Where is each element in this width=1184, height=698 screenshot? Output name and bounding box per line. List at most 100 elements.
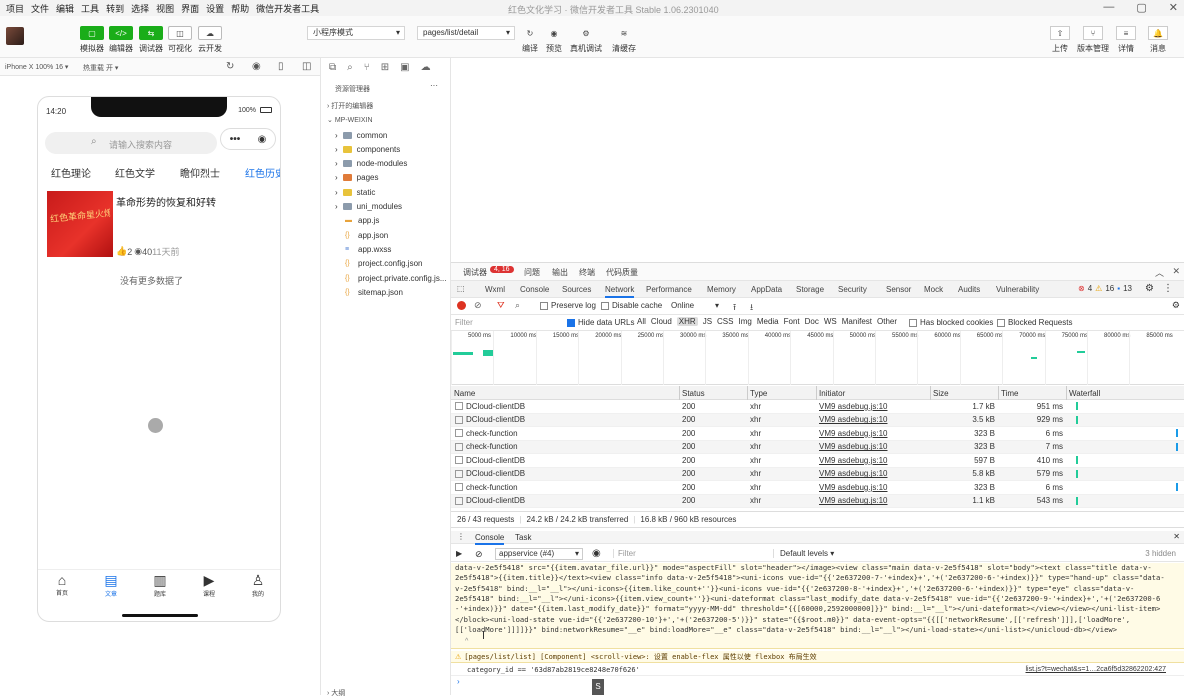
article-title[interactable]: 革命形势的恢复和好转 [116,194,216,209]
toolbar-button-mid-2[interactable]: ⚙ 真机调试 [570,26,602,54]
type-filter[interactable]: Manifest [842,317,872,326]
column-header[interactable]: Status [682,389,705,398]
throttle-select[interactable]: Online ▾ [671,301,719,310]
nav-item[interactable]: ⌂ 首页 [52,572,72,597]
panel-tab[interactable]: Vulnerability [996,285,1039,294]
context-select[interactable]: appservice (#4) ▾ [495,548,583,560]
panel-tab[interactable]: AppData [751,285,782,294]
issue-counters[interactable]: ⊗ 4 ⚠ 16 ▪ 13 [1078,284,1132,293]
devtools-tab[interactable]: 调试器 [463,267,487,278]
toolbar-button-right-3[interactable]: 🔔 消息 [1144,26,1172,54]
menu-item[interactable]: 项目 [6,2,24,15]
tree-item-project-config-json[interactable]: {} project.config.json [345,257,422,271]
close-icon[interactable]: ✕ [1173,532,1180,541]
filter-icon[interactable]: ⛛ [497,300,505,311]
column-header[interactable]: Size [933,389,949,398]
tree-item-node-modules[interactable]: › node-modules [335,157,407,171]
nav-item[interactable]: ▥ 题库 [150,572,170,598]
page-path-select[interactable]: pages/list/detail [417,26,515,40]
menu-item[interactable]: 帮助 [231,2,249,15]
cell-initiator[interactable]: VM9 asdebug.js:10 [819,415,888,424]
tree-item-app-wxss[interactable]: ≡ app.wxss [345,242,391,256]
blocked-cookies-checkbox[interactable]: Has blocked cookies [909,318,993,327]
clear-console-icon[interactable]: ⊘ [475,549,483,560]
outline-section[interactable]: › 大纲 [327,688,345,698]
cell-initiator[interactable]: VM9 asdebug.js:10 [819,456,888,465]
menu-item[interactable]: 微信开发者工具 [256,2,319,15]
table-row[interactable]: check-function 200 xhr VM9 asdebug.js:10 323… [451,481,1184,495]
gear-icon[interactable]: ⚙ [1145,283,1154,294]
menu-item[interactable]: 编辑 [56,2,74,15]
debug-icon[interactable]: ⊞ [381,62,389,76]
preserve-log-checkbox[interactable]: Preserve log [540,301,596,310]
type-filter[interactable]: CSS [717,317,733,326]
toolbar-button-4[interactable]: ☁ 云开发 [197,26,223,54]
network-timeline[interactable]: 5000 ms 10000 ms 15000 ms 20000 ms 25000 ms 3… [451,331,1184,385]
download-icon[interactable]: ⭳ [750,300,753,316]
panel-tab[interactable]: Console [520,285,549,294]
tab-console[interactable]: Console [475,533,505,545]
column-header[interactable]: Initiator [819,389,845,398]
drawer-menu-icon[interactable]: ⋮ [457,532,465,541]
record-button[interactable] [457,301,466,310]
toolbar-button-right-1[interactable]: ⑂ 版本管理 [1077,26,1109,54]
toolbar-button-right-0[interactable]: ⇧ 上传 [1046,26,1074,54]
tree-item-app-js[interactable]: ▬ app.js [345,214,379,228]
phone-icon[interactable]: ▯ [278,61,284,72]
capsule-menu[interactable]: ••• ◉ [220,128,276,150]
menu-item[interactable]: 视图 [156,2,174,15]
nav-item[interactable]: ▶ 课程 [199,572,219,598]
files-icon[interactable]: ⧉ [329,62,336,76]
type-filter[interactable]: Cloud [651,317,672,326]
hot-reload-toggle[interactable]: 热重载 开 ▾ [83,63,118,73]
table-row[interactable]: DCloud-clientDB 200 xhr VM9 asdebug.js:10 5.… [451,467,1184,481]
prompt-icon[interactable]: › [457,677,460,686]
maximize-icon[interactable]: ▢ [1136,1,1146,14]
column-header[interactable]: Type [750,389,767,398]
device-select[interactable]: iPhone X 100% 16 ▾ [5,63,68,71]
toolbar-button-1[interactable]: </> 编辑器 [108,26,134,54]
table-row[interactable]: DCloud-clientDB 200 xhr VM9 asdebug.js:10 59… [451,454,1184,468]
cell-initiator[interactable]: VM9 asdebug.js:10 [819,429,888,438]
avatar[interactable] [6,27,24,45]
window-icon[interactable]: ◫ [302,61,311,72]
blocked-requests-checkbox[interactable]: Blocked Requests [997,318,1072,327]
type-filter[interactable]: Font [784,317,800,326]
tree-item-app-json[interactable]: {} app.json [345,228,388,242]
panel-tab[interactable]: Mock [924,285,943,294]
devtools-tab[interactable]: 问题 [524,267,540,278]
panel-tab[interactable]: Security [838,285,867,294]
cell-initiator[interactable]: VM9 asdebug.js:10 [819,496,888,505]
phone-tab[interactable]: 红色历史 [245,165,280,180]
table-row[interactable]: check-function 200 xhr VM9 asdebug.js:10 323… [451,427,1184,441]
tree-item-uni-modules[interactable]: › uni_modules [335,200,402,214]
toolbar-button-right-2[interactable]: ≡ 详情 [1112,26,1140,54]
type-filter[interactable]: Doc [805,317,819,326]
search-icon[interactable]: ⌕ [515,300,520,311]
cell-initiator[interactable]: VM9 asdebug.js:10 [819,402,888,411]
search-placeholder[interactable]: 请输入搜索内容 [109,138,172,151]
table-row[interactable]: DCloud-clientDB 200 xhr VM9 asdebug.js:10 1.… [451,494,1184,508]
panel-tab[interactable]: Storage [796,285,824,294]
tree-item-static[interactable]: › static [335,185,375,199]
menu-item[interactable]: 工具 [81,2,99,15]
hide-data-urls-checkbox[interactable]: Hide data URLs [567,318,634,327]
cell-initiator[interactable]: VM9 asdebug.js:10 [819,442,888,451]
type-filter[interactable]: Img [738,317,751,326]
panel-tab[interactable]: Network [605,285,635,298]
git-icon[interactable]: ⑂ [364,62,370,76]
project-root[interactable]: ⌄ MP-WEIXIN [327,116,373,124]
panel-tab[interactable]: Wxml [485,285,505,294]
minimize-icon[interactable]: — [1103,1,1114,14]
open-editors[interactable]: › 打开的编辑器 [327,101,373,111]
cloud-icon[interactable]: ☁ [421,62,431,76]
more-icon[interactable]: ··· [430,81,438,90]
type-filter[interactable]: JS [703,317,712,326]
panel-tab[interactable]: Sensor [886,285,911,294]
toolbar-button-2[interactable]: ⇆ 调试器 [138,26,164,54]
chevron-up-icon[interactable]: ︿ [1155,266,1164,279]
filter-input[interactable]: Filter [455,318,555,327]
cell-initiator[interactable]: VM9 asdebug.js:10 [819,469,888,478]
menu-item[interactable]: 文件 [31,2,49,15]
column-header[interactable]: Time [1001,389,1018,398]
